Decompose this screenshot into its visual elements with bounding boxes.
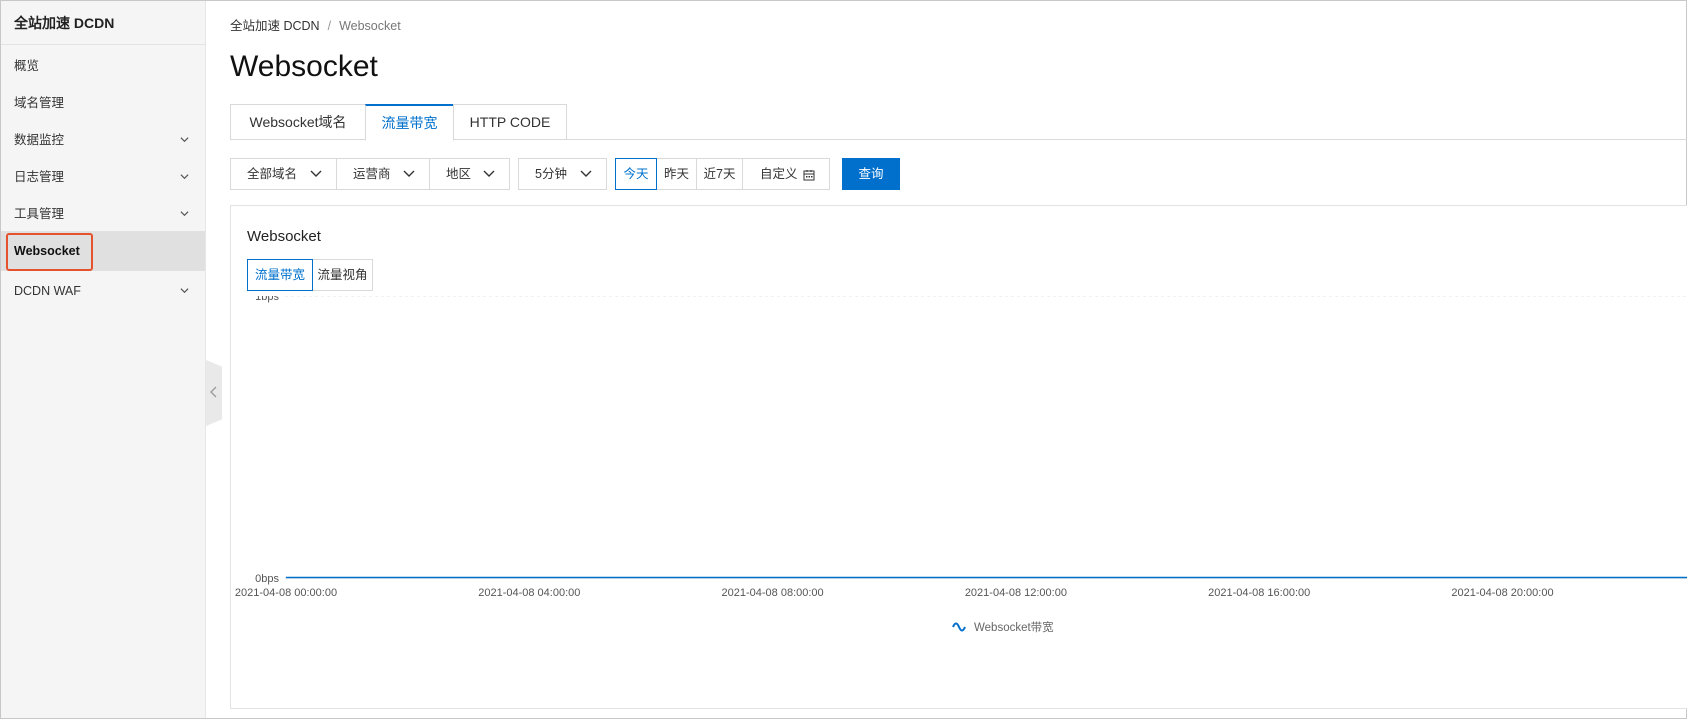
time-custom-label: 自定义 bbox=[760, 167, 798, 181]
y-tick-label: 1bps bbox=[255, 296, 279, 303]
interval-select[interactable]: 5分钟 bbox=[518, 158, 607, 190]
interval-select-value: 5分钟 bbox=[535, 167, 567, 181]
legend-label: Websocket带宽 bbox=[974, 620, 1054, 634]
sidebar-nav: 概览 域名管理 数据监控 日志管理 工具管理 Websocket DCDN WA… bbox=[1, 46, 205, 311]
sidebar-item-data-monitoring[interactable]: 数据监控 bbox=[1, 120, 205, 160]
chevron-down-icon bbox=[580, 170, 592, 177]
sidebar-item-dcdn-waf[interactable]: DCDN WAF bbox=[1, 271, 205, 311]
chevron-down-icon bbox=[180, 211, 189, 217]
sidebar-item-log-management[interactable]: 日志管理 bbox=[1, 157, 205, 197]
time-today-button[interactable]: 今天 bbox=[615, 158, 657, 190]
sidebar: 全站加速 DCDN 概览 域名管理 数据监控 日志管理 工具管理 Websock… bbox=[1, 1, 206, 718]
tab-bar: Websocket域名 流量带宽 HTTP CODE bbox=[230, 104, 1687, 141]
sidebar-item-tool-management[interactable]: 工具管理 bbox=[1, 194, 205, 234]
calendar-icon bbox=[803, 170, 815, 181]
chevron-down-icon bbox=[180, 137, 189, 143]
y-tick-label: 0bps bbox=[255, 573, 279, 585]
breadcrumb: 全站加速 DCDN / Websocket bbox=[230, 15, 401, 34]
sidebar-title: 全站加速 DCDN bbox=[1, 1, 205, 45]
x-tick-label: 2021-04-08 00:00:00 bbox=[235, 587, 337, 599]
view-bandwidth-button[interactable]: 流量带宽 bbox=[247, 259, 313, 291]
x-tick-label: 2021-04-08 08:00:00 bbox=[722, 587, 824, 599]
legend-marker-icon bbox=[952, 622, 966, 632]
x-tick-label: 2021-04-08 12:00:00 bbox=[965, 587, 1067, 599]
x-tick-label: 2021-04-08 16:00:00 bbox=[1208, 587, 1310, 599]
sidebar-item-label: DCDN WAF bbox=[14, 284, 81, 298]
x-tick-label: 2021-04-08 20:00:00 bbox=[1451, 587, 1553, 599]
isp-select[interactable]: 运营商 bbox=[336, 158, 430, 190]
chevron-down-icon bbox=[180, 288, 189, 294]
chevron-down-icon bbox=[180, 174, 189, 180]
chart-card: Websocket 流量带宽 流量视角 1bps 0bps 2021-04-08 0… bbox=[230, 205, 1687, 709]
region-select-value: 地区 bbox=[446, 167, 472, 181]
sidebar-item-label: 域名管理 bbox=[14, 96, 65, 110]
time-7days-button[interactable]: 近7天 bbox=[696, 158, 743, 190]
tab-traffic-bandwidth[interactable]: 流量带宽 bbox=[365, 104, 454, 141]
region-select[interactable]: 地区 bbox=[429, 158, 510, 190]
time-yesterday-button[interactable]: 昨天 bbox=[656, 158, 697, 190]
card-title: Websocket bbox=[247, 228, 321, 245]
tab-websocket-domains[interactable]: Websocket域名 bbox=[230, 104, 366, 140]
sidebar-collapse-handle[interactable] bbox=[206, 360, 222, 426]
chevron-down-icon bbox=[403, 170, 415, 177]
sidebar-item-label: 日志管理 bbox=[14, 170, 65, 184]
view-traffic-perspective-button[interactable]: 流量视角 bbox=[312, 259, 373, 291]
breadcrumb-root-link[interactable]: 全站加速 DCDN bbox=[230, 19, 320, 33]
bandwidth-line-chart: 1bps 0bps 2021-04-08 00:00:00 2021-04-08 04… bbox=[235, 296, 1687, 634]
sidebar-item-overview[interactable]: 概览 bbox=[1, 46, 205, 86]
breadcrumb-current: Websocket bbox=[339, 19, 401, 33]
sidebar-item-label: 数据监控 bbox=[14, 133, 65, 147]
query-button[interactable]: 查询 bbox=[842, 158, 900, 190]
x-tick-label: 2021-04-08 04:00:00 bbox=[478, 587, 580, 599]
isp-select-value: 运营商 bbox=[353, 167, 391, 181]
time-custom-button[interactable]: 自定义 bbox=[742, 158, 830, 190]
main-content: 全站加速 DCDN / Websocket Websocket Websocket域… bbox=[230, 0, 1687, 719]
sidebar-item-label: 工具管理 bbox=[14, 207, 65, 221]
breadcrumb-separator: / bbox=[327, 19, 332, 33]
chevron-down-icon bbox=[310, 170, 322, 177]
sidebar-item-websocket[interactable]: Websocket bbox=[1, 231, 205, 271]
highlight-box bbox=[6, 233, 93, 271]
domain-select[interactable]: 全部域名 bbox=[230, 158, 337, 190]
chevron-down-icon bbox=[483, 170, 495, 177]
chevron-left-icon bbox=[210, 386, 217, 398]
page-title: Websocket bbox=[230, 50, 378, 83]
tab-http-code[interactable]: HTTP CODE bbox=[453, 104, 567, 140]
sidebar-item-label: 概览 bbox=[14, 59, 40, 73]
domain-select-value: 全部域名 bbox=[247, 167, 298, 181]
sidebar-item-domain-management[interactable]: 域名管理 bbox=[1, 83, 205, 123]
